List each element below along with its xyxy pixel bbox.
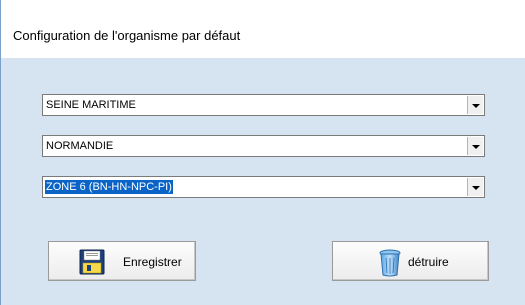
region-dropdown-arrow-icon[interactable] bbox=[467, 137, 483, 155]
floppy-disk-icon bbox=[79, 249, 105, 275]
department-dropdown-arrow-icon[interactable] bbox=[467, 96, 483, 114]
region-select-value: NORMANDIE bbox=[46, 140, 114, 152]
window-title: Configuration de l'organisme par défaut bbox=[13, 28, 241, 43]
department-select-value: SEINE MARITIME bbox=[46, 99, 136, 111]
region-select[interactable]: NORMANDIE bbox=[42, 135, 485, 157]
delete-button-label: détruire bbox=[408, 255, 449, 269]
trash-can-icon bbox=[379, 249, 401, 277]
zone-dropdown-arrow-icon[interactable] bbox=[467, 178, 483, 196]
delete-button[interactable]: détruire bbox=[332, 241, 489, 281]
save-button[interactable]: Enregistrer bbox=[48, 241, 196, 281]
zone-select-value: ZONE 6 (BN-HN-NPC-PI) bbox=[45, 180, 173, 194]
department-select[interactable]: SEINE MARITIME bbox=[42, 94, 485, 116]
window-titlebar: Configuration de l'organisme par défaut bbox=[1, 0, 525, 58]
save-button-label: Enregistrer bbox=[123, 255, 182, 269]
dialog-body: SEINE MARITIME NORMANDIE ZONE 6 (BN-HN-N… bbox=[1, 58, 525, 305]
zone-select[interactable]: ZONE 6 (BN-HN-NPC-PI) bbox=[42, 176, 485, 198]
